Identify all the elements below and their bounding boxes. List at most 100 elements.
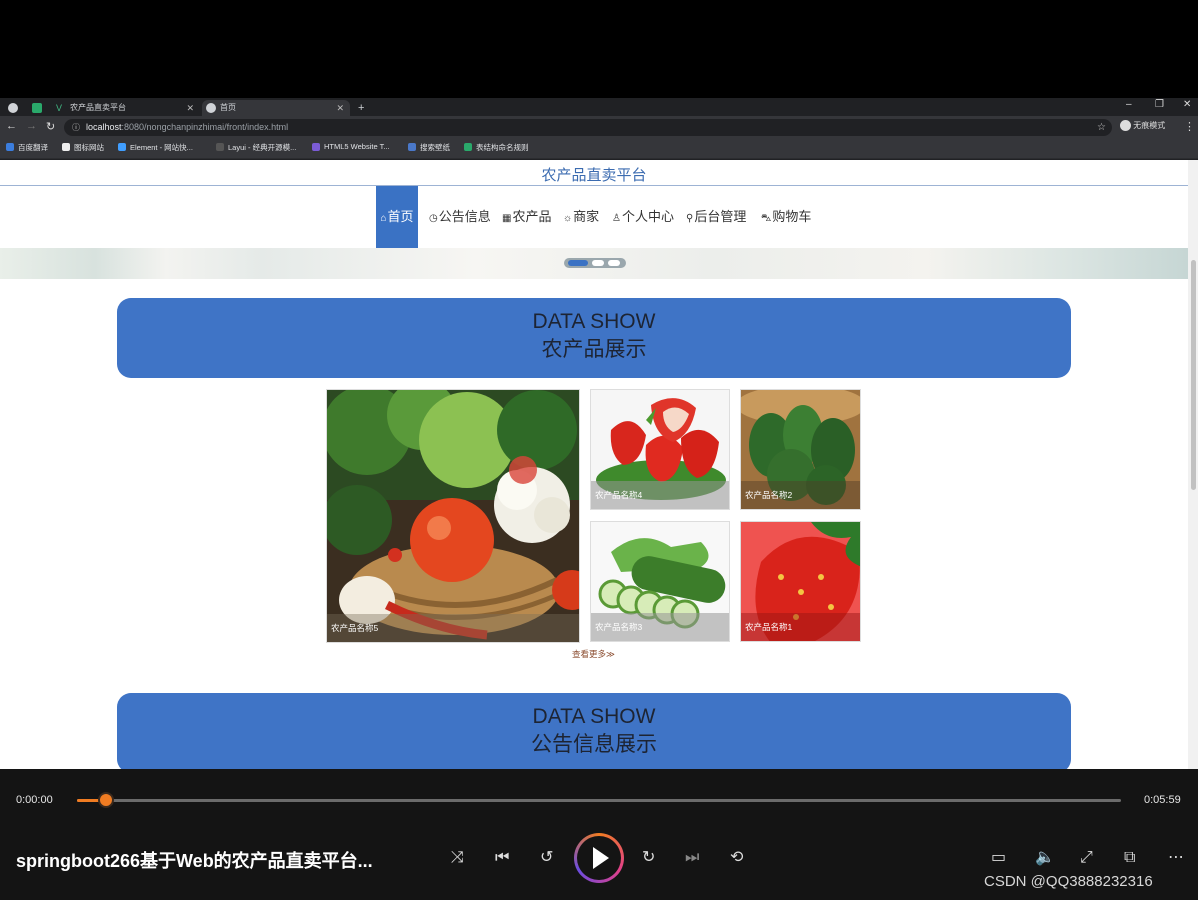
tab-strip: V 农产品直卖平台 ✕ 首页 ✕ + – ❐ ✕ xyxy=(0,98,1198,116)
new-tab-button[interactable]: + xyxy=(354,100,374,116)
more-options-icon[interactable]: ⋯ xyxy=(1168,849,1184,867)
nav-label: 购物车 xyxy=(772,209,812,224)
back-icon[interactable]: ← xyxy=(6,120,17,132)
nav-label: 农产品 xyxy=(512,209,552,224)
restore-icon[interactable]: ❐ xyxy=(1155,99,1164,110)
bookmark-label: Layui - 经典开源模... xyxy=(228,143,297,152)
watermark: CSDN @QQ3888232316 xyxy=(984,873,1153,890)
bookmark-item[interactable]: HTML5 Website T... xyxy=(312,142,390,151)
repeat-off-icon[interactable]: ⟲ xyxy=(730,849,743,867)
nav-admin[interactable]: ⚲后台管理 xyxy=(686,186,746,248)
incognito-badge[interactable]: 无痕模式 xyxy=(1120,120,1166,132)
carousel-dot[interactable] xyxy=(568,260,588,266)
bookmark-item[interactable]: 百度翻译 xyxy=(6,142,48,153)
carousel-dot[interactable] xyxy=(608,260,620,266)
nav-cart[interactable]: ⛍购物车 xyxy=(761,186,811,248)
globe-icon xyxy=(206,103,216,113)
bookmark-label: 搜索壁纸 xyxy=(420,143,450,152)
star-icon[interactable]: ☆ xyxy=(1097,119,1106,136)
reload-icon[interactable]: ↻ xyxy=(46,120,55,133)
info-icon: ⓘ xyxy=(72,123,80,132)
nav-notices[interactable]: ◷公告信息 xyxy=(429,186,491,248)
mini-player-icon[interactable]: ⧉ xyxy=(1124,849,1135,867)
volume-icon[interactable]: 🔈 xyxy=(1035,849,1055,867)
nav-label: 个人中心 xyxy=(621,209,674,224)
bookmark-icon xyxy=(408,143,416,151)
product-card[interactable]: 农产品名称3 xyxy=(590,521,730,642)
menu-icon[interactable]: ⋮ xyxy=(1184,120,1195,133)
product-name: 农产品名称2 xyxy=(741,481,860,509)
app-icon xyxy=(32,103,42,113)
tab-platform[interactable]: V 农产品直卖平台 ✕ xyxy=(52,100,200,116)
current-time: 0:00:00 xyxy=(16,794,53,806)
shuffle-icon[interactable]: ⤨ xyxy=(451,849,464,867)
bookmark-icon xyxy=(216,143,224,151)
browser-chrome: V 农产品直卖平台 ✕ 首页 ✕ + – ❐ ✕ ← → ↻ ⓘ localho… xyxy=(0,98,1198,160)
close-icon[interactable]: ✕ xyxy=(186,100,194,116)
video-player: 0:00:00 0:05:59 springboot266基于Web的农产品直卖… xyxy=(0,769,1198,900)
nav-label: 后台管理 xyxy=(694,209,747,224)
site-title: 农产品直卖平台 xyxy=(541,167,647,184)
video-title: springboot266基于Web的农产品直卖平台... xyxy=(16,851,373,871)
scrollbar-thumb[interactable] xyxy=(1191,260,1196,490)
bookmark-icon xyxy=(118,143,126,151)
bookmark-item[interactable]: Layui - 经典开源模... xyxy=(216,142,296,153)
minimize-icon[interactable]: – xyxy=(1126,99,1132,110)
product-name: 农产品名称3 xyxy=(591,613,729,641)
user-icon: ♙ xyxy=(612,213,621,224)
seek-handle[interactable] xyxy=(98,792,114,808)
play-button[interactable] xyxy=(574,833,624,883)
carousel-dot[interactable] xyxy=(592,260,604,266)
bookmarks-bar: 百度翻译 图标网站 Element - 网站快... Layui - 经典开源模… xyxy=(0,138,1198,159)
seek-bar[interactable] xyxy=(77,799,1121,802)
address-row: ← → ↻ ⓘ localhost:8080/nongchanpinzhimai… xyxy=(0,116,1198,138)
product-card[interactable]: 农产品名称5 xyxy=(326,389,580,643)
bookmark-icon xyxy=(312,143,320,151)
bookmark-label: 表结构命名规则 xyxy=(476,143,529,152)
view-more-link[interactable]: 查看更多≫ xyxy=(572,648,615,660)
nav-home[interactable]: ⌂首页 xyxy=(376,186,418,248)
link-icon: ⚲ xyxy=(686,213,694,224)
product-name: 农产品名称1 xyxy=(741,613,860,641)
bookmark-icon xyxy=(6,143,14,151)
incognito-label: 无痕模式 xyxy=(1133,121,1166,130)
product-card[interactable]: 农产品名称4 xyxy=(590,389,730,510)
globe-icon xyxy=(8,103,18,113)
subtitles-icon[interactable]: ▭ xyxy=(991,849,1006,867)
product-card[interactable]: 农产品名称2 xyxy=(740,389,861,510)
bookmark-icon xyxy=(464,143,472,151)
home-icon: ⌂ xyxy=(380,213,387,224)
url-bar[interactable]: ⓘ localhost:8080/nongchanpinzhimai/front… xyxy=(64,119,1112,136)
vegetable-basket-image xyxy=(327,390,579,642)
section-title-en: DATA SHOW xyxy=(532,310,656,333)
incognito-icon xyxy=(1120,120,1131,132)
bookmark-label: HTML5 Website T... xyxy=(324,142,390,151)
rewind-10-icon[interactable]: ↺ xyxy=(540,849,553,867)
fullscreen-icon[interactable]: ⤢ xyxy=(1080,849,1093,867)
previous-icon[interactable]: ⏮ xyxy=(495,849,509,867)
tab-label: 首页 xyxy=(220,103,236,112)
bookmark-item[interactable]: 表结构命名规则 xyxy=(464,142,529,153)
bookmark-item[interactable]: 搜索壁纸 xyxy=(408,142,450,153)
section-header-products: DATA SHOW 农产品展示 xyxy=(117,298,1071,378)
nav-merchants[interactable]: ☼商家 xyxy=(563,186,599,248)
bookmark-icon xyxy=(62,143,70,151)
bookmark-label: 百度翻译 xyxy=(18,143,48,152)
close-window-icon[interactable]: ✕ xyxy=(1183,99,1191,110)
close-icon[interactable]: ✕ xyxy=(336,100,344,116)
web-page: 农产品直卖平台 ⌂首页 ◷公告信息 ▦农产品 ☼商家 ♙个人中心 ⚲后台管理 ⛍… xyxy=(0,160,1198,769)
tab-home[interactable]: 首页 ✕ xyxy=(202,100,350,116)
tab-pinned-2[interactable] xyxy=(28,100,48,116)
forward-icon[interactable]: → xyxy=(26,120,37,132)
bookmark-item[interactable]: 图标网站 xyxy=(62,142,104,153)
product-card[interactable]: 农产品名称1 xyxy=(740,521,861,642)
forward-30-icon[interactable]: ↻ xyxy=(642,849,655,867)
nav-label: 首页 xyxy=(387,209,414,224)
bookmark-item[interactable]: Element - 网站快... xyxy=(118,142,193,153)
tab-pinned[interactable] xyxy=(4,100,28,116)
nav-profile[interactable]: ♙个人中心 xyxy=(612,186,674,248)
nav-products[interactable]: ▦农产品 xyxy=(502,186,551,248)
nav-label: 公告信息 xyxy=(438,209,491,224)
next-icon[interactable]: ⏭ xyxy=(685,849,699,867)
total-time: 0:05:59 xyxy=(1144,794,1181,806)
